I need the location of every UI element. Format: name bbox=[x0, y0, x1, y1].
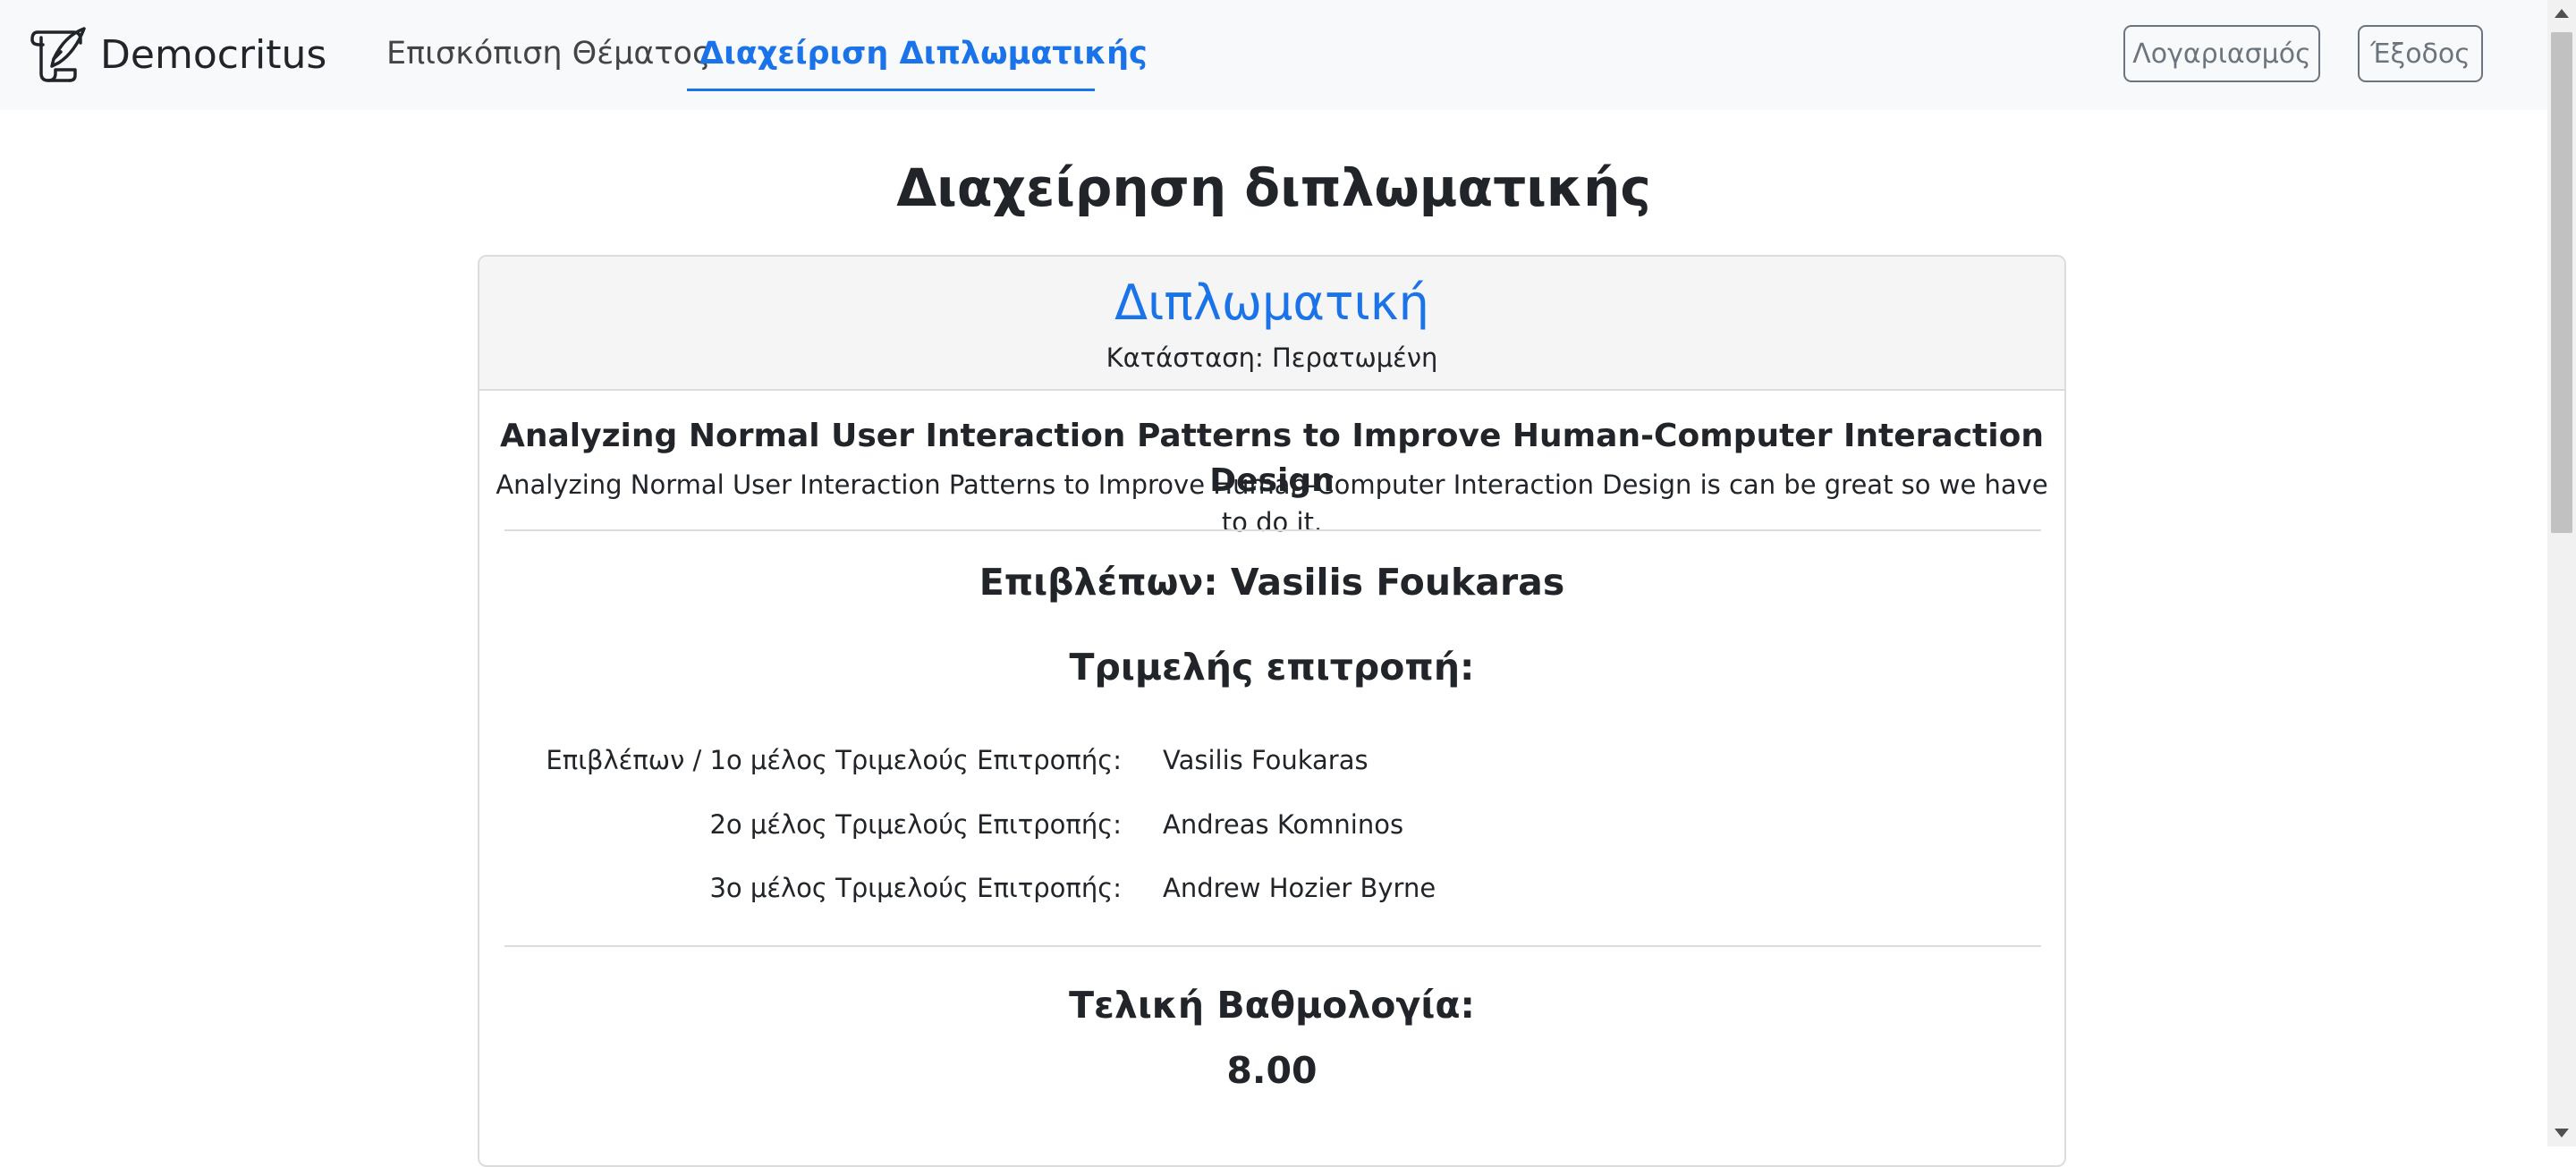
divider bbox=[504, 945, 2041, 947]
scrollbar-thumb[interactable] bbox=[2551, 32, 2572, 533]
committee-member-label: 2ο μέλος Τριμελούς Επιτροπής: bbox=[709, 809, 1122, 840]
vertical-scrollbar[interactable] bbox=[2547, 0, 2576, 1146]
committee-row: 2ο μέλος Τριμελούς Επιτροπής: Andreas Ko… bbox=[479, 805, 2064, 844]
nav-link-thesis-management[interactable]: Διαχείριση Διπλωματικής bbox=[687, 30, 1160, 77]
committee-member-name: Andrew Hozier Byrne bbox=[1163, 873, 1436, 903]
thesis-card: Διπλωματική Κατάσταση: Περατωμένη Analyz… bbox=[478, 255, 2066, 1167]
scroll-down-arrow-icon[interactable] bbox=[2555, 1129, 2569, 1137]
committee-member-name: Andreas Komninos bbox=[1163, 809, 1404, 840]
committee-heading: Τριμελής επιτροπή: bbox=[1069, 646, 1475, 689]
logout-button[interactable]: Έξοδος bbox=[2358, 25, 2483, 82]
nav-link-topic-overview[interactable]: Επισκόπιση Θέματος bbox=[386, 30, 711, 77]
final-grade-heading: Τελική Βαθμολογία: bbox=[1069, 984, 1475, 1027]
supervisor-heading: Επιβλέπων: Vasilis Foukaras bbox=[979, 561, 1565, 604]
committee-row: Επιβλέπων / 1ο μέλος Τριμελούς Επιτροπής… bbox=[479, 740, 2064, 780]
active-tab-indicator bbox=[687, 89, 1095, 91]
brand[interactable]: Democritus bbox=[29, 25, 326, 86]
card-header: Διπλωματική Κατάσταση: Περατωμένη bbox=[479, 257, 2064, 391]
card-title: Διπλωματική bbox=[1114, 275, 1429, 331]
status-text: Κατάσταση: Περατωμένη bbox=[1106, 342, 1438, 373]
committee-row: 3ο μέλος Τριμελούς Επιτροπής: Andrew Hoz… bbox=[479, 868, 2064, 908]
divider bbox=[504, 529, 2041, 531]
top-navbar: Democritus Επισκόπιση Θέματος Διαχείριση… bbox=[0, 0, 2547, 110]
account-button[interactable]: Λογαριασμός bbox=[2123, 25, 2320, 82]
final-grade-value: 8.00 bbox=[1226, 1049, 1318, 1092]
scroll-quill-icon bbox=[30, 27, 86, 82]
brand-name: Democritus bbox=[100, 32, 327, 78]
committee-member-label: 3ο μέλος Τριμελούς Επιτροπής: bbox=[709, 873, 1122, 903]
page-title: Διαχείρηση διπλωματικής bbox=[896, 157, 1651, 218]
scroll-up-arrow-icon[interactable] bbox=[2555, 9, 2569, 18]
committee-member-name: Vasilis Foukaras bbox=[1163, 745, 1368, 775]
committee-member-label: Επιβλέπων / 1ο μέλος Τριμελούς Επιτροπής… bbox=[546, 745, 1122, 775]
